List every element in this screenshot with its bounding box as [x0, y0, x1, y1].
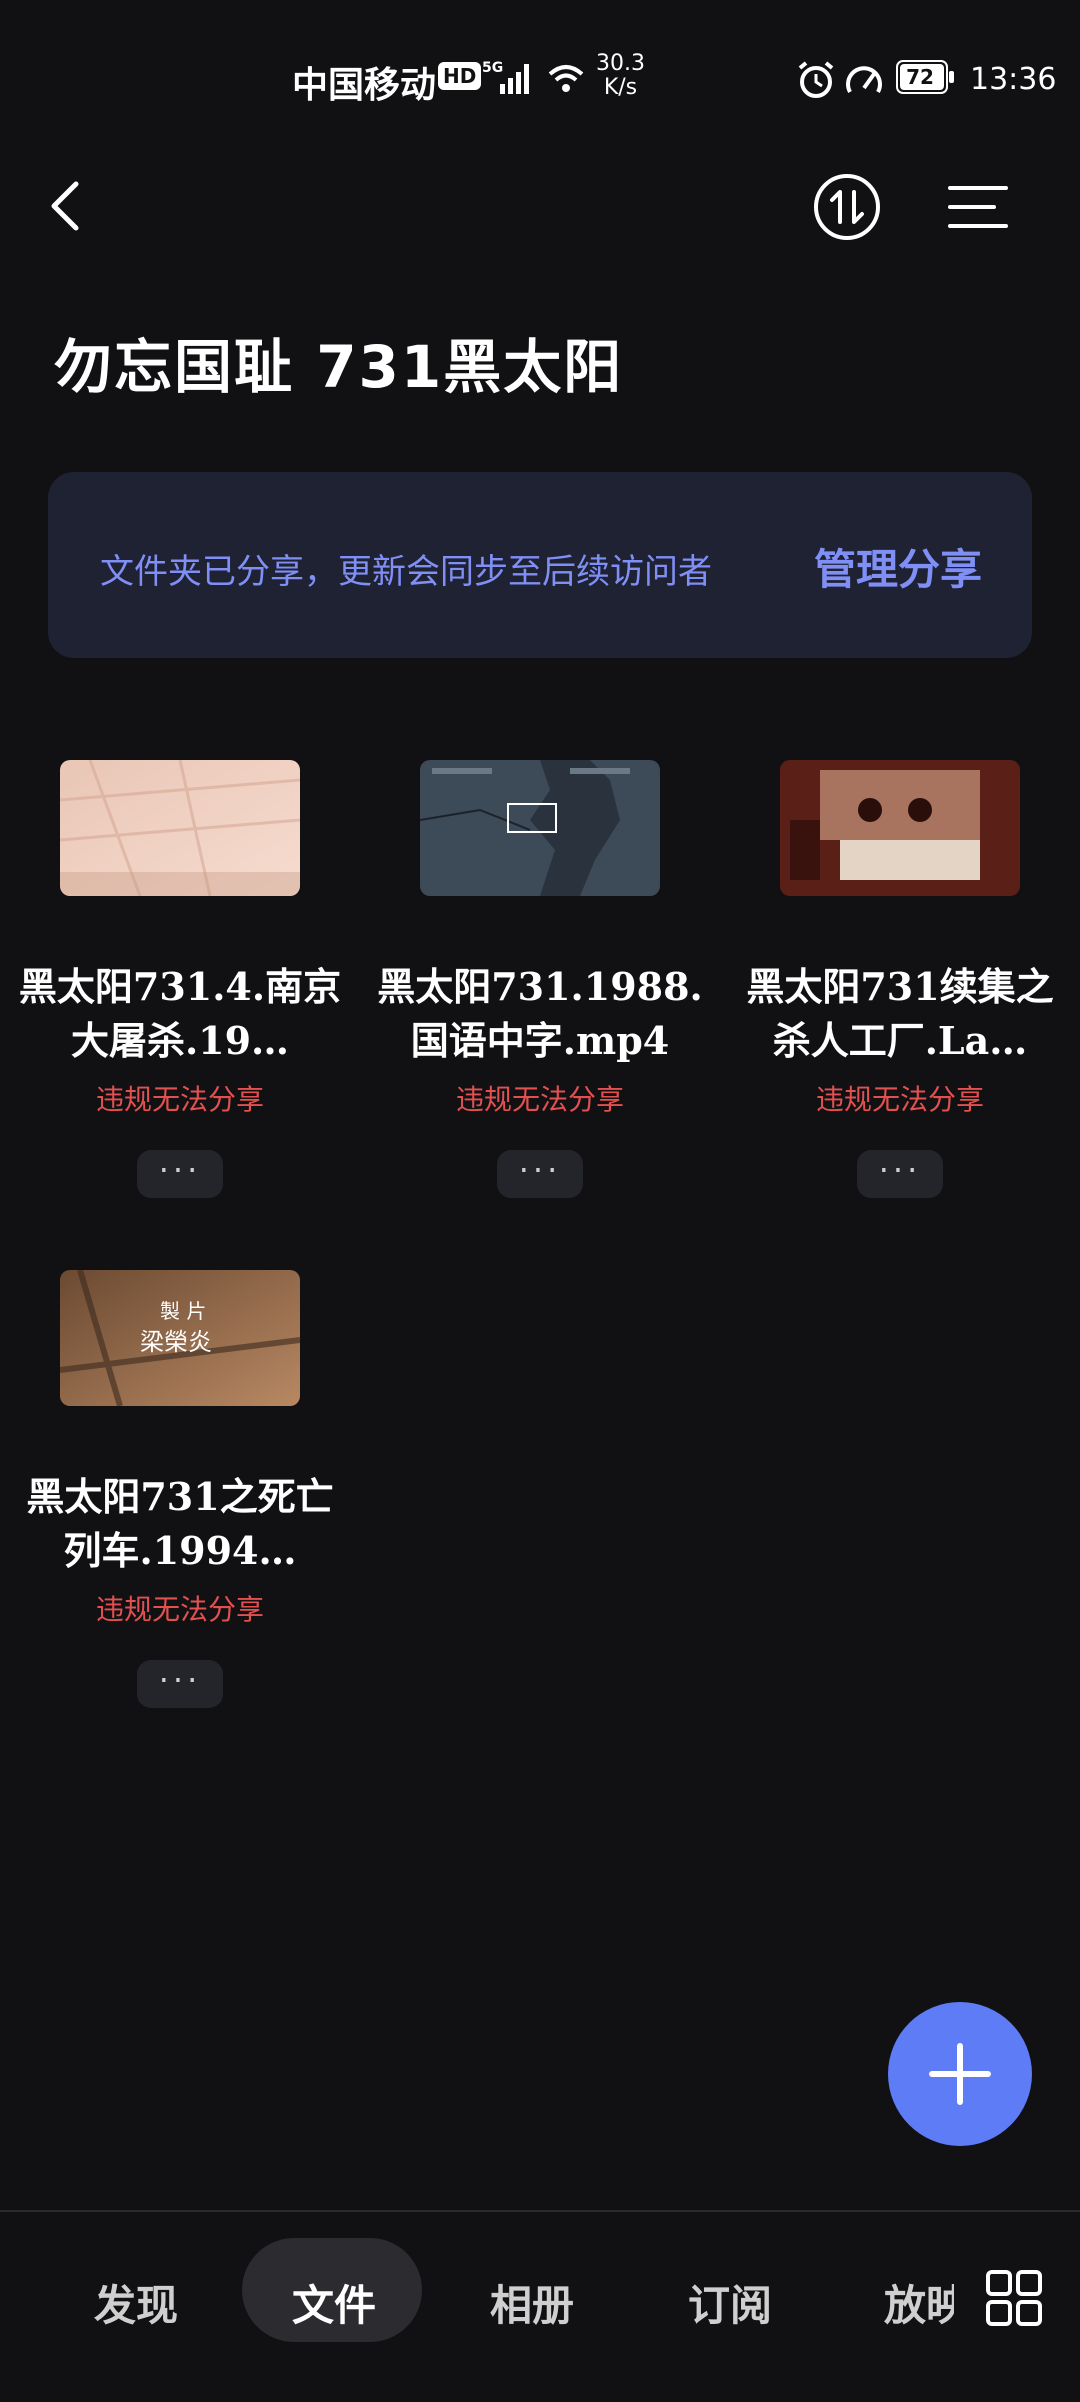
nav-item-files[interactable]: 文件 — [292, 2272, 376, 2333]
file-thumbnail — [780, 760, 1020, 896]
alarm-icon — [798, 61, 834, 98]
share-banner-text: 文件夹已分享，更新会同步至后续访问者 — [100, 552, 712, 592]
hd-badge: HD — [438, 62, 482, 90]
file-status: 违规无法分享 — [455, 1083, 624, 1116]
file-thumbnail — [60, 760, 300, 896]
wifi-icon — [548, 65, 584, 92]
net-speed-value: 30.3 — [596, 51, 645, 76]
nav-item-album[interactable]: 相册 — [490, 2272, 574, 2333]
file-status: 违规无法分享 — [815, 1083, 984, 1116]
plus-icon — [929, 2043, 991, 2105]
net-speed: 30.3 K/s — [596, 52, 645, 100]
more-options-button[interactable]: ··· — [137, 1660, 223, 1708]
file-name: 黑太阳731续集之杀人工厂.La… — [746, 964, 1054, 1063]
nav-item-play[interactable]: 放映 — [884, 2272, 954, 2333]
carrier-name: 中国移动 — [292, 65, 437, 106]
sort-button[interactable] — [812, 172, 882, 242]
bottom-nav: 发现 文件 相册 订阅 放映 — [0, 2210, 1080, 2402]
file-thumbnail: 製 片 梁榮炎 — [60, 1270, 300, 1406]
battery-level: 72 — [906, 65, 934, 89]
share-banner: 文件夹已分享，更新会同步至后续访问者 管理分享 — [48, 472, 1032, 658]
file-item[interactable]: 製 片 梁榮炎 黑太阳731之死亡列车.1994… 违规无法分享 ··· — [15, 1270, 345, 1750]
svg-text:5G: 5G — [482, 60, 503, 76]
page-title: 勿忘国耻 731黑太阳 — [54, 333, 624, 401]
thumbnail-text: 製 片 — [160, 1299, 206, 1323]
file-item[interactable]: 黑太阳731.1988.国语中字.mp4 违规无法分享 ··· — [375, 760, 705, 1240]
status-bar: 中国移动 HD 5G 30.3 K/s 72 13:36 — [0, 0, 1080, 160]
sort-arrows-icon — [814, 174, 880, 240]
manage-share-button[interactable]: 管理分享 — [814, 536, 982, 597]
back-button[interactable] — [40, 170, 94, 240]
nav-item-discover[interactable]: 发现 — [94, 2272, 178, 2333]
file-name: 黑太阳731之死亡列车.1994… — [26, 1474, 334, 1573]
file-status: 违规无法分享 — [95, 1083, 264, 1116]
clock: 13:36 — [970, 62, 1057, 97]
menu-lines-icon — [948, 186, 1008, 228]
more-options-button[interactable]: ··· — [497, 1150, 583, 1198]
file-name: 黑太阳731.1988.国语中字.mp4 — [377, 964, 703, 1063]
gauge-icon — [846, 66, 882, 93]
thumbnail-text: 梁榮炎 — [140, 1328, 212, 1356]
grid-icon[interactable] — [986, 2270, 1042, 2326]
more-options-button[interactable]: ··· — [137, 1150, 223, 1198]
nav-item-subscribe[interactable]: 订阅 — [688, 2272, 772, 2333]
file-item[interactable]: 黑太阳731.4.南京大屠杀.19… 违规无法分享 ··· — [15, 760, 345, 1240]
file-thumbnail — [420, 760, 660, 896]
net-speed-unit: K/s — [603, 75, 638, 100]
file-name: 黑太阳731.4.南京大屠杀.19… — [18, 964, 342, 1063]
file-status: 违规无法分享 — [95, 1593, 264, 1626]
add-button[interactable] — [888, 2002, 1032, 2146]
file-item[interactable]: 黑太阳731续集之杀人工厂.La… 违规无法分享 ··· — [735, 760, 1065, 1240]
more-options-button[interactable]: ··· — [857, 1150, 943, 1198]
menu-button[interactable] — [946, 180, 1010, 234]
signal-icon: 5G — [482, 60, 529, 94]
chevron-left-icon — [51, 181, 79, 231]
